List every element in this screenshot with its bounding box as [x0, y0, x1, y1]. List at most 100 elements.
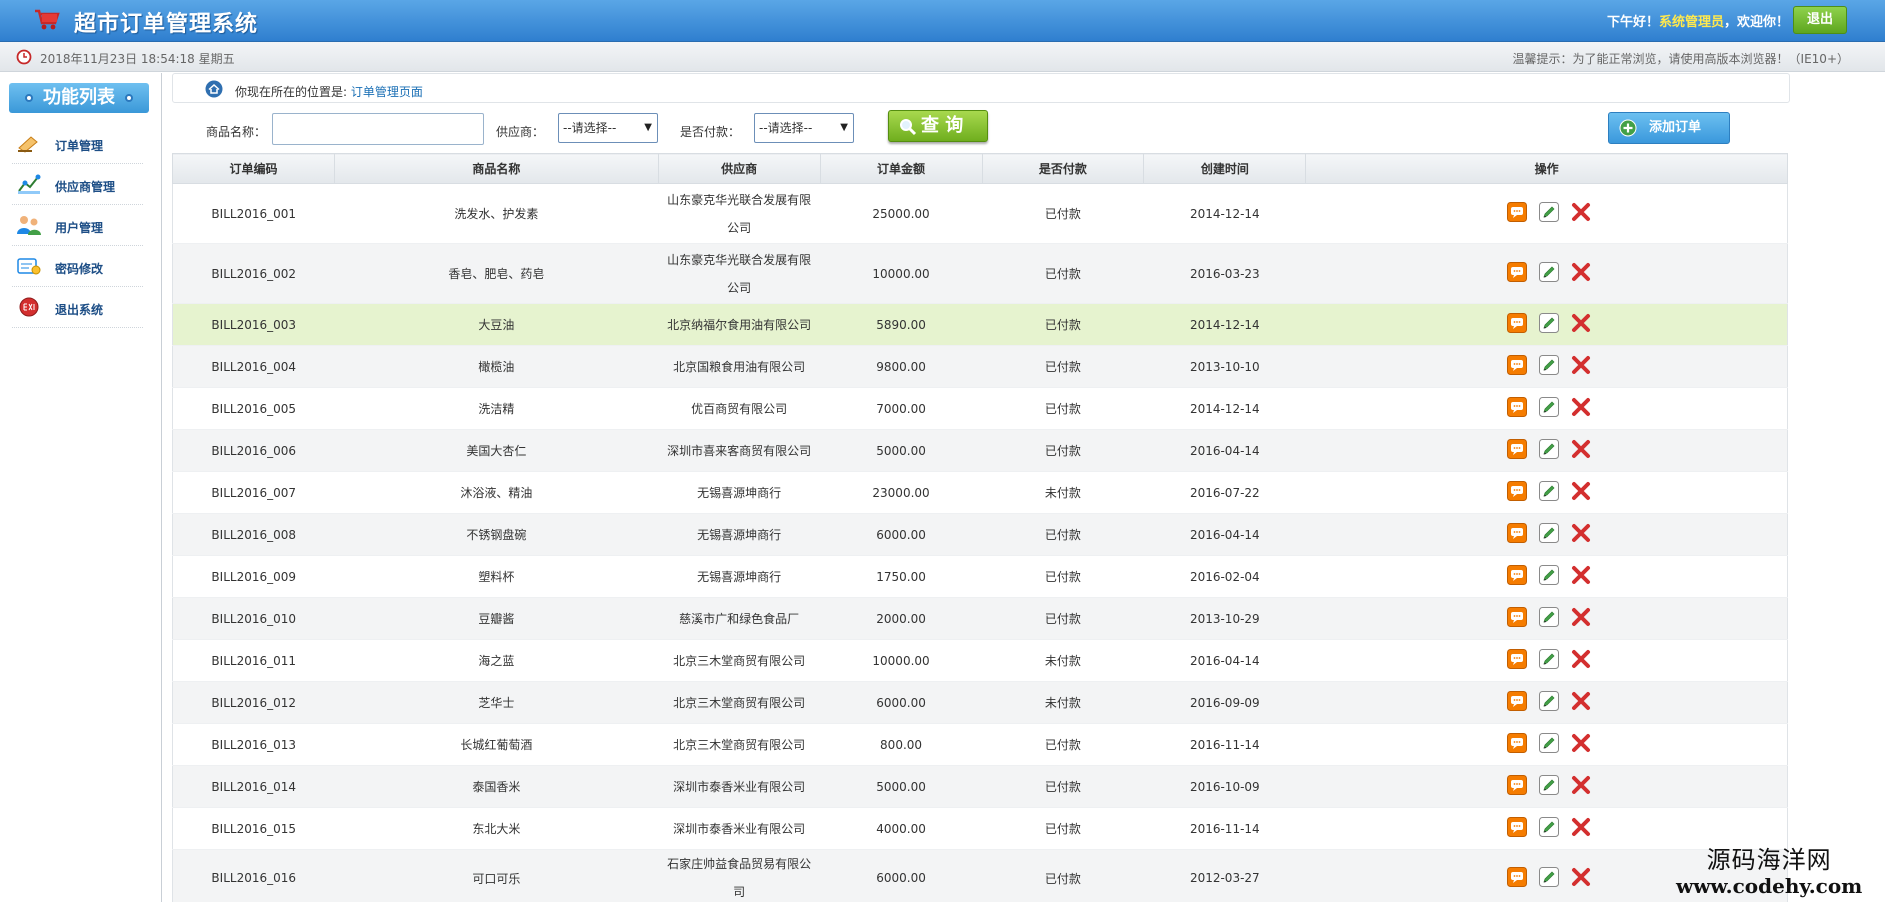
table-row[interactable]: BILL2016_001 洗发水、护发素 山东豪克华光联合发展有限公司 25000.0… [172, 183, 1788, 244]
edit-icon[interactable] [1539, 355, 1560, 375]
sidebar-item-label: 退出系统 [55, 303, 104, 317]
delete-icon[interactable] [1571, 867, 1591, 887]
view-icon[interactable] [1507, 565, 1528, 585]
table-row[interactable]: BILL2016_014 泰国香米 深圳市泰香米业有限公司 5000.00 已付款 201… [172, 765, 1788, 808]
view-icon[interactable] [1507, 262, 1528, 282]
edit-icon[interactable] [1539, 866, 1560, 887]
view-icon[interactable] [1507, 397, 1528, 417]
delete-icon[interactable] [1571, 649, 1591, 669]
table-row[interactable]: BILL2016_008 不锈钢盘碗 无锡喜源坤商行 6000.00 已付款 2016-0… [172, 513, 1788, 556]
sidebar-item-suppliers[interactable]: 供应商管理 [12, 164, 143, 205]
amount-cell: 5890.00 [820, 303, 982, 346]
breadcrumb-current[interactable]: 订单管理页面 [351, 85, 423, 99]
edit-icon[interactable] [1539, 607, 1560, 627]
logout-button[interactable]: 退出 [1793, 6, 1847, 34]
delete-icon[interactable] [1571, 523, 1591, 543]
view-icon[interactable] [1507, 481, 1528, 501]
view-icon[interactable] [1507, 649, 1528, 669]
table-row[interactable]: BILL2016_016 可口可乐 石家庄帅益食品贸易有限公司 6000.00 已付款 2… [172, 849, 1788, 902]
amount-cell: 6000.00 [820, 849, 982, 902]
edit-icon[interactable] [1539, 313, 1560, 333]
edit-icon[interactable] [1539, 439, 1560, 459]
table-row[interactable]: BILL2016_004 橄榄油 北京国粮食用油有限公司 9800.00 已付款 2013… [172, 345, 1788, 388]
edit-icon[interactable] [1539, 817, 1560, 837]
product-name-cell: 可口可乐 [334, 849, 659, 902]
table-row[interactable]: BILL2016_013 长城红葡萄酒 北京三木堂商贸有限公司 800.00 已付款 20… [172, 723, 1788, 766]
view-icon[interactable] [1507, 866, 1528, 887]
table-row[interactable]: BILL2016_003 大豆油 北京纳福尔食用油有限公司 5890.00 已付款 201… [172, 303, 1788, 346]
add-order-button[interactable]: 添加订单 [1608, 112, 1730, 144]
supplier-cell: 北京三木堂商贸有限公司 [658, 723, 821, 766]
table-row[interactable]: BILL2016_002 香皂、肥皂、药皂 山东豪克华光联合发展有限公司 10000.… [172, 243, 1788, 304]
edit-icon[interactable] [1539, 691, 1560, 711]
product-name-cell: 大豆油 [334, 303, 659, 346]
view-icon[interactable] [1507, 691, 1528, 711]
edit-icon[interactable] [1539, 565, 1560, 585]
supplier-cell: 北京三木堂商贸有限公司 [658, 639, 821, 682]
delete-icon[interactable] [1571, 691, 1591, 711]
table-row[interactable]: BILL2016_006 美国大杏仁 深圳市喜来客商贸有限公司 5000.00 已付款 2… [172, 429, 1788, 472]
supplier-cell: 北京纳福尔食用油有限公司 [658, 303, 821, 346]
product-name-input[interactable] [272, 113, 484, 145]
table-row[interactable]: BILL2016_012 芝华士 北京三木堂商贸有限公司 6000.00 未付款 2016… [172, 681, 1788, 724]
supplier-cell: 优百商贸有限公司 [658, 387, 821, 430]
edit-icon[interactable] [1539, 649, 1560, 669]
supplier-cell: 深圳市泰香米业有限公司 [658, 807, 821, 850]
sidebar-item-orders[interactable]: 订单管理 [12, 123, 143, 164]
query-button[interactable]: 查 询 [888, 110, 988, 142]
table-row[interactable]: BILL2016_009 塑料杯 无锡喜源坤商行 1750.00 已付款 2016-02-… [172, 555, 1788, 598]
table-row[interactable]: BILL2016_007 沐浴液、精油 无锡喜源坤商行 23000.00 未付款 2016… [172, 471, 1788, 514]
view-icon[interactable] [1507, 817, 1528, 837]
view-icon[interactable] [1507, 313, 1528, 333]
delete-icon[interactable] [1571, 202, 1591, 222]
table-row[interactable]: BILL2016_010 豆瓣酱 慈溪市广和绿色食品厂 2000.00 已付款 2013-… [172, 597, 1788, 640]
paid-status-cell: 已付款 [982, 849, 1144, 902]
delete-icon[interactable] [1571, 733, 1591, 753]
created-date-cell: 2014-12-14 [1143, 183, 1306, 244]
view-icon[interactable] [1507, 607, 1528, 627]
edit-icon[interactable] [1539, 523, 1560, 543]
amount-cell: 10000.00 [820, 243, 982, 304]
created-date-cell: 2014-12-14 [1143, 303, 1306, 346]
delete-icon[interactable] [1571, 817, 1591, 837]
view-icon[interactable] [1507, 202, 1528, 222]
sidebar-item-exit[interactable]: 退出系统 [12, 287, 143, 328]
view-icon[interactable] [1507, 775, 1528, 795]
table-row[interactable]: BILL2016_015 东北大米 深圳市泰香米业有限公司 4000.00 已付款 201… [172, 807, 1788, 850]
delete-icon[interactable] [1571, 607, 1591, 627]
delete-icon[interactable] [1571, 397, 1591, 417]
delete-icon[interactable] [1571, 262, 1591, 282]
edit-icon[interactable] [1539, 262, 1560, 282]
table-row[interactable]: BILL2016_011 海之蓝 北京三木堂商贸有限公司 10000.00 未付款 201… [172, 639, 1788, 682]
sidebar-item-password[interactable]: 密码修改 [12, 246, 143, 287]
order-code-cell: BILL2016_015 [172, 807, 335, 850]
paid-status-select[interactable]: --请选择-- ▼ [754, 113, 854, 143]
delete-icon[interactable] [1571, 439, 1591, 459]
amount-cell: 6000.00 [820, 513, 982, 556]
query-button-label: 查 询 [921, 115, 964, 136]
edit-icon[interactable] [1539, 775, 1560, 795]
actions-cell [1305, 471, 1788, 514]
view-icon[interactable] [1507, 523, 1528, 543]
view-icon[interactable] [1507, 439, 1528, 459]
delete-icon[interactable] [1571, 313, 1591, 333]
edit-icon[interactable] [1539, 481, 1560, 501]
view-icon[interactable] [1507, 355, 1528, 375]
delete-icon[interactable] [1571, 775, 1591, 795]
order-code-cell: BILL2016_001 [172, 183, 335, 244]
actions-cell [1305, 723, 1788, 766]
sidebar-item-users[interactable]: 用户管理 [12, 205, 143, 246]
edit-icon[interactable] [1539, 733, 1560, 753]
paid-status-cell: 未付款 [982, 681, 1144, 724]
supplier-select[interactable]: --请选择-- ▼ [558, 113, 658, 143]
table-row[interactable]: BILL2016_005 洗洁精 优百商贸有限公司 7000.00 已付款 2014-12… [172, 387, 1788, 430]
view-icon[interactable] [1507, 733, 1528, 753]
status-bar: 2018年11月23日 18:54:18 星期五 温馨提示：为了能正常浏览，请使… [0, 42, 1885, 72]
delete-icon[interactable] [1571, 355, 1591, 375]
edit-icon[interactable] [1539, 397, 1560, 417]
edit-icon[interactable] [1539, 202, 1560, 222]
amount-cell: 5000.00 [820, 429, 982, 472]
supplier-icon [18, 174, 41, 194]
delete-icon[interactable] [1571, 481, 1591, 501]
delete-icon[interactable] [1571, 565, 1591, 585]
